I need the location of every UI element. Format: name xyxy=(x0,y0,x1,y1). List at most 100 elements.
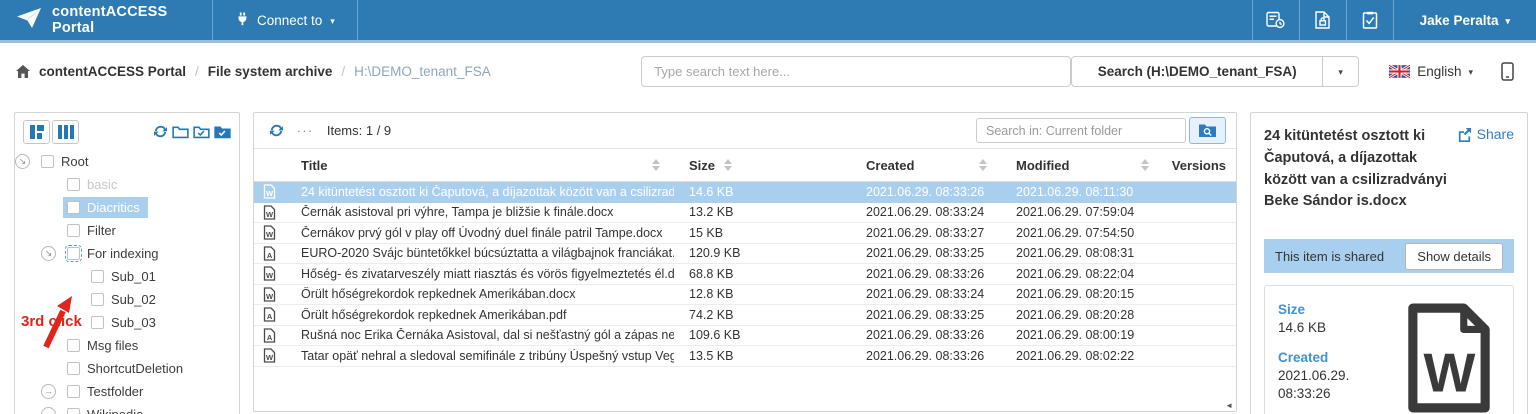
folder-checkbox[interactable] xyxy=(67,178,80,191)
cell-modified: 2021.06.29. 08:00:19 xyxy=(1001,328,1163,342)
sort-icon[interactable] xyxy=(724,159,732,171)
word-file-icon: W xyxy=(254,266,301,281)
tree-toolbar xyxy=(15,113,239,150)
column-header-versions: Versions xyxy=(1163,149,1236,181)
folder-checkbox[interactable] xyxy=(91,270,104,283)
tree-item-testfolder[interactable]: →Testfolder xyxy=(15,380,239,403)
folder-icon[interactable] xyxy=(172,125,189,139)
search-scope-dropdown[interactable]: ▾ xyxy=(1323,56,1359,87)
share-button[interactable]: Share xyxy=(1457,126,1514,142)
cell-modified: 2021.06.29. 07:59:04 xyxy=(1001,205,1163,219)
user-menu[interactable]: Jake Peralta ▾ xyxy=(1393,0,1536,40)
breadcrumb-archive[interactable]: File system archive xyxy=(208,64,333,79)
cell-size: 109.6 KB xyxy=(674,328,851,342)
refresh-icon[interactable] xyxy=(269,123,284,138)
table-row[interactable]: WČernák asistoval pri výhre, Tampa je bl… xyxy=(254,203,1236,224)
folder-checkbox[interactable] xyxy=(91,316,104,329)
tree-item-diacritics[interactable]: Diacritics xyxy=(15,196,239,219)
cell-size: 74.2 KB xyxy=(674,308,851,322)
svg-text:A: A xyxy=(267,333,273,342)
expand-icon[interactable]: → xyxy=(41,407,56,414)
column-header-created[interactable]: Created xyxy=(851,149,1001,181)
folder-check-icon[interactable] xyxy=(193,125,210,139)
folder-checkbox[interactable] xyxy=(91,293,104,306)
svg-text:A: A xyxy=(267,251,273,260)
collapse-icon[interactable]: ↘ xyxy=(41,246,56,261)
sort-icon[interactable] xyxy=(652,159,660,171)
tree-item-msg-files[interactable]: Msg files xyxy=(15,334,239,357)
brand-title: contentACCESS Portal xyxy=(52,4,196,36)
column-header-size[interactable]: Size xyxy=(674,149,851,181)
folder-checkbox[interactable] xyxy=(67,362,80,375)
expand-icon[interactable]: → xyxy=(41,384,56,399)
column-label: Size xyxy=(689,158,715,173)
table-row[interactable]: AŐrült hőségrekordok repkednek Amerikába… xyxy=(254,305,1236,326)
table-row[interactable]: WHőség- és zivatarveszély miatt riasztás… xyxy=(254,264,1236,285)
table-row[interactable]: AEURO-2020 Svájc büntetőkkel búcsúztatta… xyxy=(254,244,1236,265)
table-row[interactable]: A Rušná noc Erika Černáka Asistoval, dal … xyxy=(254,326,1236,347)
hscroll-left-arrow[interactable]: ◄ xyxy=(1225,401,1233,410)
folder-search-button[interactable] xyxy=(1189,117,1226,144)
collapse-icon[interactable]: ↘ xyxy=(15,154,30,169)
folder-label: Msg files xyxy=(87,338,138,353)
items-count-label: Items: 1 / 9 xyxy=(327,123,391,138)
document-lock-icon[interactable] xyxy=(1299,0,1346,40)
tree-item-root[interactable]: ↘Root xyxy=(15,150,239,173)
word-file-icon: W xyxy=(254,225,301,240)
refresh-icon[interactable] xyxy=(153,124,168,139)
cell-title: Őrült hőségrekordok repkednek Amerikában… xyxy=(301,287,674,301)
tree-node: Sub_01 xyxy=(87,266,164,287)
cell-size: 120.9 KB xyxy=(674,246,851,260)
folder-label: Filter xyxy=(87,223,116,238)
cell-title: Hőség- és zivatarveszély miatt riasztás … xyxy=(301,267,674,281)
connect-to-menu[interactable]: Connect to ▾ xyxy=(212,0,358,40)
search-in-folder-input[interactable] xyxy=(976,118,1186,143)
column-header-title[interactable]: Title xyxy=(301,149,674,181)
toggle-columns-button[interactable] xyxy=(52,120,79,144)
folder-checkbox[interactable] xyxy=(67,247,80,260)
cell-title: Černák asistoval pri výhre, Tampa je bli… xyxy=(301,205,674,219)
brand-home-link[interactable]: contentACCESS Portal xyxy=(0,0,212,40)
pdf-file-icon: A xyxy=(254,328,301,343)
table-row[interactable]: WTatar opäť nehral a sledoval semifinále… xyxy=(254,346,1236,367)
tree-item-sub-02[interactable]: Sub_02 xyxy=(15,288,239,311)
language-menu[interactable]: English ▾ xyxy=(1389,64,1473,79)
breadcrumb-current: H:\DEMO_tenant_FSA xyxy=(354,64,491,79)
folder-checkbox[interactable] xyxy=(67,224,80,237)
folder-checkbox[interactable] xyxy=(67,201,80,214)
tree-item-for-indexing[interactable]: ↘ For indexing xyxy=(15,242,239,265)
folder-checkbox[interactable] xyxy=(67,385,80,398)
folder-checkbox[interactable] xyxy=(67,339,80,352)
column-header-icon xyxy=(254,149,301,181)
tree-item-wikipedia[interactable]: →Wikipedia xyxy=(15,403,239,414)
table-row[interactable]: WŐrült hőségrekordok repkednek Amerikába… xyxy=(254,285,1236,306)
table-row[interactable]: WČernákov prvý gól v play off Úvodný due… xyxy=(254,223,1236,244)
toggle-tree-pane-button[interactable] xyxy=(23,120,50,144)
show-details-button[interactable]: Show details xyxy=(1405,243,1503,270)
cell-title: Rušná noc Erika Černáka Asistoval, dal s… xyxy=(301,328,674,342)
search-button[interactable]: Search (H:\DEMO_tenant_FSA) xyxy=(1071,56,1323,87)
tree-item-sub-03[interactable]: 3rd clickSub_03 xyxy=(15,311,239,334)
breadcrumb-portal[interactable]: contentACCESS Portal xyxy=(39,64,186,79)
word-file-icon: W xyxy=(254,348,301,363)
more-options-icon[interactable]: ... xyxy=(297,125,314,130)
tree-item-filter[interactable]: Filter xyxy=(15,219,239,242)
folder-checkbox[interactable] xyxy=(41,155,54,168)
search-input[interactable] xyxy=(641,56,1071,87)
tasks-clock-icon[interactable] xyxy=(1252,0,1299,40)
tree-item-sub-01[interactable]: Sub_01 xyxy=(15,265,239,288)
sort-icon[interactable] xyxy=(979,159,987,171)
mobile-phone-icon[interactable] xyxy=(1501,62,1514,81)
user-name: Jake Peralta xyxy=(1420,13,1499,28)
folder-check-filled-icon[interactable] xyxy=(214,125,231,139)
folder-checkbox[interactable] xyxy=(67,408,80,414)
home-icon[interactable] xyxy=(16,65,30,78)
chevron-down-icon: ▾ xyxy=(330,17,335,26)
clipboard-check-icon[interactable] xyxy=(1346,0,1393,40)
sort-icon[interactable] xyxy=(1141,159,1149,171)
tree-node: For indexing xyxy=(63,243,167,264)
tree-item-shortcutdeletion[interactable]: ShortcutDeletion xyxy=(15,357,239,380)
tree-item-basic[interactable]: basic xyxy=(15,173,239,196)
column-header-modified[interactable]: Modified xyxy=(1001,149,1163,181)
table-row[interactable]: W24 kitüntetést osztott ki Čaputová, a d… xyxy=(254,182,1236,203)
